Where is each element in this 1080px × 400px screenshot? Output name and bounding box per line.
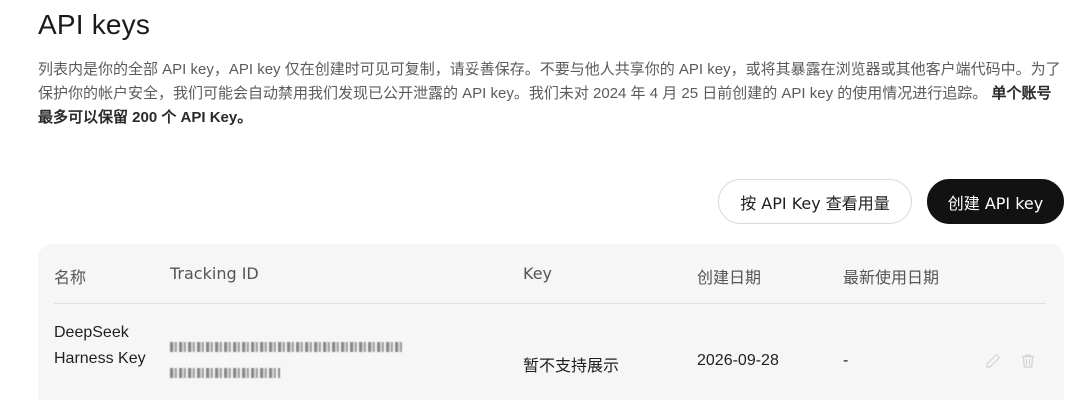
table-header-divider [54,303,1046,304]
column-header-name: 名称 [54,268,87,287]
column-header-key: Key [523,264,553,283]
key-value: 暂不支持展示 [523,356,620,375]
column-header-created-date: 创建日期 [697,268,762,287]
tracking-id-redacted [170,342,420,394]
view-usage-by-key-button[interactable]: 按 API Key 查看用量 [718,179,912,224]
column-header-tracking-id: Tracking ID [170,264,259,283]
pencil-icon[interactable] [984,352,1002,370]
description-text: 列表内是你的全部 API key，API key 仅在创建时可见可复制，请妥善保… [38,61,1061,102]
last-used-date: - [843,352,849,369]
created-date: 2026-09-28 [697,352,779,369]
page-title: API keys [38,9,151,40]
column-header-last-used-date: 最新使用日期 [843,268,940,287]
description: 列表内是你的全部 API key，API key 仅在创建时可见可复制，请妥善保… [38,58,1062,130]
trash-icon[interactable] [1019,352,1037,370]
create-api-key-button[interactable]: 创建 API key [927,179,1064,224]
key-name: DeepSeek Harness Key [54,324,146,367]
